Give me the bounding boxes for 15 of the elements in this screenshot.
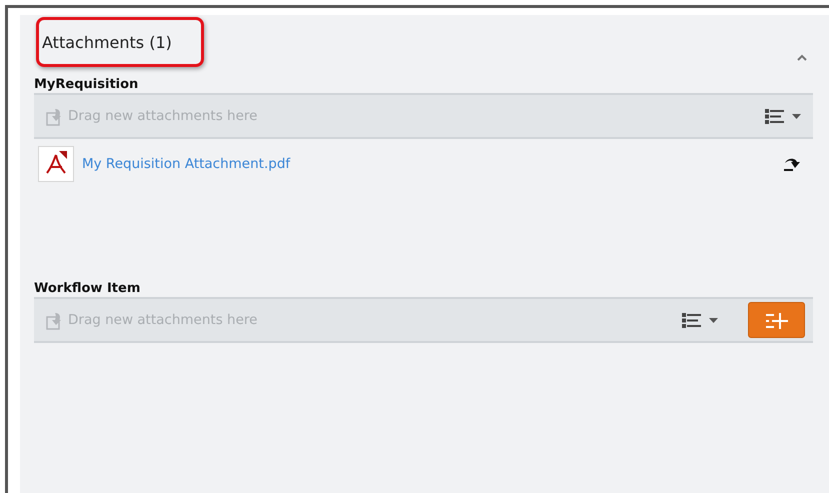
file-link[interactable]: My Requisition Attachment.pdf <box>82 154 290 174</box>
section-label: MyRequisition <box>34 77 140 93</box>
pdf-icon <box>38 146 74 182</box>
drop-hint: Drag new attachments here <box>68 106 258 126</box>
section-label: Workflow Item <box>34 281 142 297</box>
add-list-icon <box>766 312 788 329</box>
caret-icon <box>792 114 801 118</box>
panel-title: Attachments (1) <box>42 32 172 54</box>
drop-hint: Drag new attachments here <box>68 310 258 330</box>
list-icon <box>682 312 701 328</box>
list-icon <box>765 108 784 124</box>
add-button[interactable] <box>748 302 805 338</box>
drop-zone[interactable]: Drag new attachments here <box>34 93 813 139</box>
caret-icon <box>709 318 718 322</box>
drop-zone[interactable]: Drag new attachments here <box>34 297 813 343</box>
